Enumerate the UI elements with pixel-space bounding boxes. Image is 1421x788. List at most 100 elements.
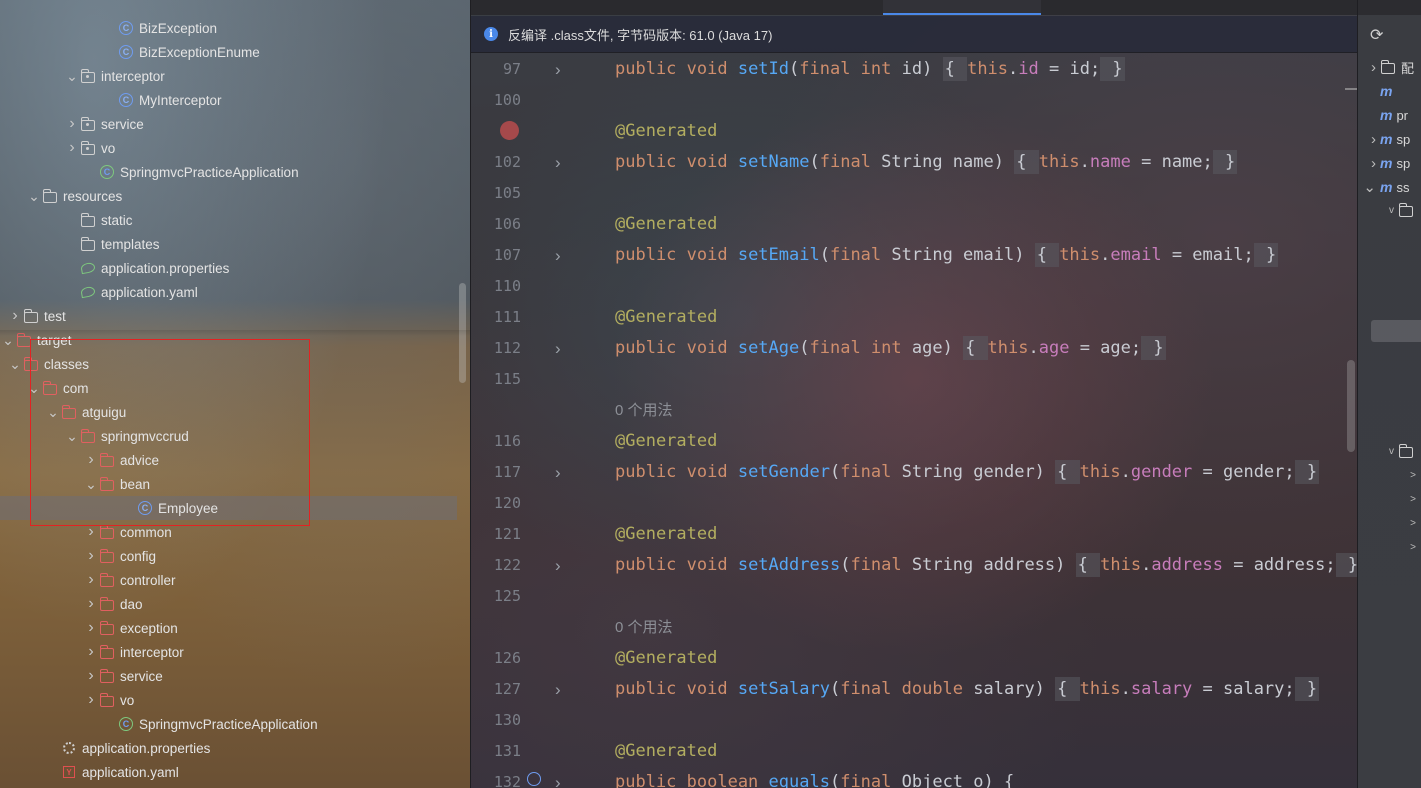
chevron-down-icon[interactable]: ⌄	[0, 332, 16, 349]
chevron-right-icon[interactable]: >	[1358, 542, 1416, 553]
chevron-down-icon[interactable]: ⌄	[83, 476, 99, 493]
chevron-down-icon[interactable]: v	[1358, 446, 1394, 457]
maven-project-item[interactable]: m	[1358, 79, 1421, 103]
chevron-down-icon[interactable]: ⌄	[26, 380, 42, 397]
chevron-right-icon[interactable]: >	[1358, 494, 1416, 505]
tree-item[interactable]: application.yaml	[0, 280, 458, 304]
chevron-right-icon[interactable]: ›	[83, 571, 99, 589]
chevron-right-icon[interactable]: ›	[83, 667, 99, 685]
editor-tab[interactable]	[1051, 0, 1351, 15]
tree-item[interactable]: › interceptor	[0, 640, 458, 664]
chevron-down-icon[interactable]: ⌄	[64, 428, 80, 445]
maven-project-item[interactable]: › m sp	[1358, 151, 1421, 175]
tree-item[interactable]: › vo	[0, 136, 458, 160]
chevron-right-icon[interactable]: ›	[64, 115, 80, 133]
tree-item[interactable]: › vo	[0, 688, 458, 712]
chevron-down-icon[interactable]: ⌄	[7, 356, 23, 373]
tree-item[interactable]: C BizException	[0, 16, 458, 40]
list-item[interactable]: >	[1358, 487, 1421, 511]
chevron-down-icon[interactable]: ⌄	[1358, 178, 1376, 196]
code-editor: i 反编译 .class文件, 字节码版本: 61.0 (Java 17) 97…	[470, 0, 1357, 788]
chevron-right-icon[interactable]: ›	[83, 547, 99, 565]
chevron-right-icon[interactable]: ›	[83, 451, 99, 469]
tree-item[interactable]: › service	[0, 664, 458, 688]
chevron-right-icon[interactable]: ›	[7, 307, 23, 325]
chevron-right-icon[interactable]: ›	[83, 523, 99, 541]
editor-tab-active[interactable]	[883, 0, 1041, 15]
tree-item-label: Employee	[158, 500, 219, 516]
breakpoint-icon[interactable]	[500, 121, 519, 140]
tree-item[interactable]: › exception	[0, 616, 458, 640]
fold-chevron-icon[interactable]: ›	[555, 54, 561, 85]
tree-item[interactable]: › advice	[0, 448, 458, 472]
tree-item[interactable]: ⌄ interceptor	[0, 64, 458, 88]
chevron-right-icon[interactable]: ›	[64, 139, 80, 157]
fold-chevron-icon[interactable]: ›	[555, 550, 561, 581]
chevron-down-icon[interactable]: v	[1358, 205, 1394, 216]
list-item[interactable]: v	[1358, 198, 1421, 222]
tree-item[interactable]: C SpringmvcPracticeApplication	[0, 160, 458, 184]
editor-scrollbar[interactable]	[1347, 360, 1355, 452]
list-item[interactable]: >	[1358, 463, 1421, 487]
chevron-right-icon[interactable]: ›	[83, 691, 99, 709]
fold-chevron-icon[interactable]: ›	[555, 674, 561, 705]
chevron-right-icon[interactable]: ›	[1358, 59, 1376, 76]
chevron-right-icon[interactable]: ›	[83, 643, 99, 661]
chevron-right-icon[interactable]: >	[1358, 518, 1416, 529]
tree-item[interactable]: › config	[0, 544, 458, 568]
tree-item[interactable]: templates	[0, 232, 458, 256]
tree-item[interactable]: › service	[0, 112, 458, 136]
tree-item[interactable]: ⌄ atguigu	[0, 400, 458, 424]
code-token: = name;	[1130, 152, 1213, 172]
tree-item[interactable]: C MyInterceptor	[0, 88, 458, 112]
chevron-right-icon[interactable]: ›	[1358, 131, 1376, 148]
tree-item[interactable]: ⌄ resources	[0, 184, 458, 208]
tree-item[interactable]: static	[0, 208, 458, 232]
tree-item[interactable]: ⌄ target	[0, 328, 458, 352]
tree-item[interactable]: ⌄ classes	[0, 352, 458, 376]
tree-item-label: application.yaml	[82, 764, 179, 780]
tree-item-label: BizExceptionEnume	[139, 44, 260, 60]
tree-item[interactable]: C Employee	[0, 496, 457, 520]
usage-hint[interactable]: 0 个用法	[615, 395, 673, 426]
tree-item[interactable]: application.properties	[0, 256, 458, 280]
fold-chevron-icon[interactable]: ›	[555, 147, 561, 178]
code-line: public void setEmail(final String email)…	[615, 240, 1279, 271]
chevron-right-icon[interactable]: >	[1358, 470, 1416, 481]
tree-item[interactable]: ⌄ springmvccrud	[0, 424, 458, 448]
list-item[interactable]: >	[1358, 535, 1421, 559]
tree-item[interactable]: C BizExceptionEnume	[0, 40, 458, 64]
refresh-icon[interactable]: ⟳	[1370, 25, 1383, 45]
chevron-down-icon[interactable]: ⌄	[64, 68, 80, 85]
tree-item[interactable]: application.properties	[0, 736, 458, 760]
maven-project-item[interactable]: m pr	[1358, 103, 1421, 127]
chevron-down-icon[interactable]: ⌄	[45, 404, 61, 421]
code-token: final	[850, 555, 912, 575]
override-gutter-icon[interactable]	[527, 772, 541, 786]
chevron-down-icon[interactable]: ⌄	[26, 188, 42, 205]
tree-item[interactable]: Yapplication.yaml	[0, 760, 458, 784]
usage-hint[interactable]: 0 个用法	[615, 612, 673, 643]
tree-item[interactable]: › dao	[0, 592, 458, 616]
chevron-right-icon[interactable]: ›	[1358, 155, 1376, 172]
fold-chevron-icon[interactable]: ›	[555, 457, 561, 488]
tree-item[interactable]: › controller	[0, 568, 458, 592]
tree-item[interactable]: › common	[0, 520, 458, 544]
fold-chevron-icon[interactable]: ›	[555, 767, 561, 788]
tree-scrollbar[interactable]	[459, 283, 466, 383]
list-item[interactable]: v	[1358, 439, 1421, 463]
tree-item[interactable]: ⌄ com	[0, 376, 458, 400]
tree-item[interactable]: C SpringmvcPracticeApplication	[0, 712, 458, 736]
chevron-right-icon[interactable]: ›	[83, 619, 99, 637]
list-item[interactable]: >	[1358, 511, 1421, 535]
maven-project-item[interactable]: › m sp	[1358, 127, 1421, 151]
chevron-right-icon[interactable]: ›	[83, 595, 99, 613]
maven-project-item[interactable]: ⌄ m ss	[1358, 175, 1421, 199]
tree-item[interactable]: › test	[0, 304, 458, 328]
maven-project-item[interactable]: › 配	[1358, 55, 1421, 79]
fold-chevron-icon[interactable]: ›	[555, 333, 561, 364]
editor-tab[interactable]	[621, 0, 861, 15]
editor-tab[interactable]	[471, 0, 611, 15]
fold-chevron-icon[interactable]: ›	[555, 240, 561, 271]
tree-item[interactable]: ⌄ bean	[0, 472, 458, 496]
